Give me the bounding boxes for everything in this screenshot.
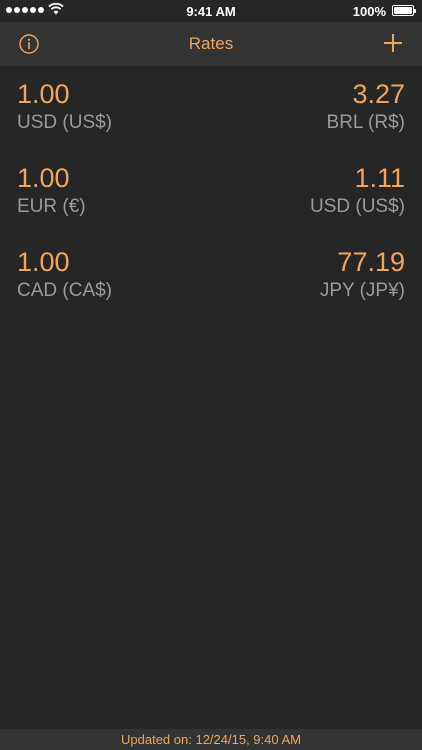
rate-row[interactable]: 1.00 CAD (CA$) 77.19 JPY (JP¥) xyxy=(0,234,422,318)
to-currency: USD (US$) xyxy=(309,196,405,217)
from-amount: 1.00 xyxy=(17,79,70,109)
to-amount: 1.11 xyxy=(354,163,405,193)
from-amount: 1.00 xyxy=(17,247,70,277)
page-title: Rates xyxy=(188,34,234,53)
to-amount: 3.27 xyxy=(352,79,405,109)
to-amount: 77.19 xyxy=(337,247,405,277)
from-currency: CAD (CA$) xyxy=(17,280,113,301)
from-amount: 1.00 xyxy=(17,163,70,193)
battery-icon xyxy=(392,5,416,16)
to-currency: BRL (R$) xyxy=(326,112,405,133)
battery-percentage: 100% xyxy=(352,4,386,19)
rate-list: 1.00 USD (US$) 3.27 BRL (R$) 1.00 EUR (€… xyxy=(0,66,422,318)
last-updated-footer: Updated on: 12/24/15, 9:40 AM xyxy=(0,729,422,750)
rate-row[interactable]: 1.00 EUR (€) 1.11 USD (US$) xyxy=(0,150,422,234)
rate-row[interactable]: 1.00 USD (US$) 3.27 BRL (R$) xyxy=(0,66,422,150)
from-currency: EUR (€) xyxy=(17,196,86,217)
to-currency: JPY (JP¥) xyxy=(319,280,405,301)
plus-icon[interactable] xyxy=(382,32,404,54)
status-bar: 9:41 AM 100% xyxy=(0,0,422,22)
rates-screen: 9:41 AM 100% Rates 1.00 USD (US$) 3.27 B… xyxy=(0,0,422,750)
from-currency: USD (US$) xyxy=(17,112,113,133)
navigation-bar: Rates xyxy=(0,22,422,66)
